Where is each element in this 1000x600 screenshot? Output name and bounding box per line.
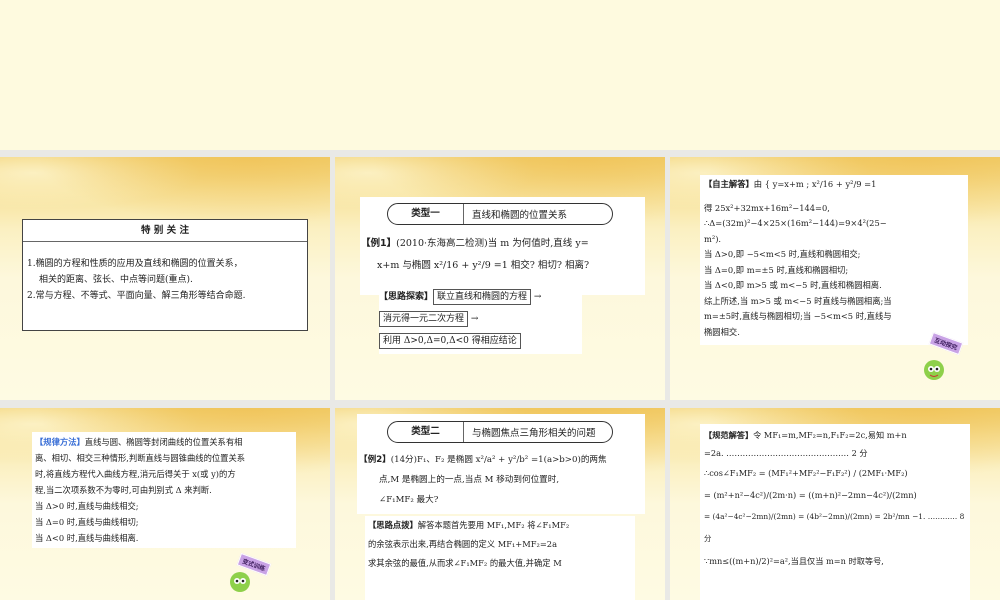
method-panel: 【规律方法】直线与圆、椭圆等封闭曲线的位置关系有相 离、相切、相交三种情形,判断…	[32, 432, 296, 548]
text-line: 综上所述,当 m>5 或 m<−5 时直线与椭圆相离;当	[704, 295, 892, 306]
arrow-icon: →	[470, 314, 479, 324]
slide-thumbnail-6[interactable]: 【规范解答】令 MF₁=m,MF₂=n,F₁F₂=2c,易知 m+n =2a. …	[670, 408, 1000, 600]
text-line: 相关的距离、弦长、中点等问题(重点).	[39, 275, 193, 285]
box-title: 特 别 关 注	[23, 220, 307, 242]
text-line: =2a. ……………………………………… 2 分	[704, 448, 868, 458]
slide-thumbnail-2[interactable]: 类型一 直线和椭圆的位置关系 【例1】(2010·东海高二检测)当 m 为何值时…	[335, 157, 665, 400]
type-label: 类型一	[388, 204, 464, 224]
type-banner: 类型一 直线和椭圆的位置关系	[387, 203, 613, 225]
text-line: 解答本题首先要用 MF₁,MF₂ 将∠F₁MF₂	[417, 520, 570, 530]
solution-label: 【规范解答】	[704, 430, 754, 440]
text-line: 由 { y=x+m ; x²/16 + y²/9 =1	[753, 179, 877, 189]
text-line: ∴cos∠F₁MF₂ = (MF₁²+MF₂²−F₁F₂²) / (2MF₁·M…	[704, 468, 908, 478]
text-line: 令 MF₁=m,MF₂=n,F₁F₂=2c,易知 m+n	[753, 430, 907, 440]
solution-panel: 【自主解答】由 { y=x+m ; x²/16 + y²/9 =1 得 25x²…	[700, 175, 968, 345]
text-line: 程,当二次项系数不为零时,可由判别式 Δ 来判断.	[35, 485, 212, 495]
type-title: 与椭圆焦点三角形相关的问题	[472, 428, 596, 439]
text-line: 当 Δ=0 时,直线与曲线相切;	[35, 517, 139, 527]
text-line: ∵mn≤((m+n)/2)²=a²,当且仅当 m=n 时取等号,	[704, 556, 884, 566]
text-line: 离、相切、相交三种情形,判断直线与圆锥曲线的位置关系	[35, 453, 246, 463]
flow-step: 消元得一元二次方程	[379, 311, 469, 327]
standard-solution-panel: 【规范解答】令 MF₁=m,MF₂=n,F₁F₂=2c,易知 m+n =2a. …	[700, 424, 970, 600]
arrow-icon: →	[533, 292, 542, 302]
mascot-icon	[924, 360, 944, 380]
text-line: 当 Δ=0,即 m=±5 时,直线和椭圆相切;	[704, 264, 849, 275]
text-line: 当 Δ<0,即 m>5 或 m<−5 时,直线和椭圆相离.	[704, 280, 882, 290]
hint-panel: 【思路点拨】解答本题首先要用 MF₁,MF₂ 将∠F₁MF₂ 的余弦表示出来,再…	[365, 516, 635, 600]
slide-thumbnail-4[interactable]: 【规律方法】直线与圆、椭圆等封闭曲线的位置关系有相 离、相切、相交三种情形,判断…	[0, 408, 330, 600]
example-text: 点,M 是椭圆上的一点,当点 M 移动到何位置时,	[379, 475, 560, 485]
type-title: 直线和椭圆的位置关系	[472, 210, 568, 221]
hint-label: 【思路点拨】	[368, 520, 418, 530]
text-line: 直线与圆、椭圆等封闭曲线的位置关系有相	[84, 437, 243, 447]
example-text: (14分)F₁、F₂ 是椭圆 x²/a² + y²/b² =1(a>b>0)的两…	[390, 455, 607, 465]
text-line: 当 Δ>0 时,直线与曲线相交;	[35, 501, 139, 511]
example-label: 【例1】	[361, 238, 397, 249]
type-label: 类型二	[388, 422, 464, 442]
previous-slide-row-partial[interactable]	[0, 0, 1000, 150]
text-line: 1.椭圆的方程和性质的应用及直线和椭圆的位置关系，	[27, 259, 243, 269]
text-line: m²).	[704, 233, 722, 244]
example-text: (2010·东海高二检测)当 m 为何值时,直线 y=	[396, 238, 589, 249]
method-label: 【规律方法】	[35, 437, 85, 447]
solution-label: 【自主解答】	[704, 179, 754, 189]
slide-thumbnail-5[interactable]: 类型二 与椭圆焦点三角形相关的问题 【例2】(14分)F₁、F₂ 是椭圆 x²/…	[335, 408, 665, 600]
flow-step: 利用 Δ>0,Δ=0,Δ<0 得相应结论	[379, 333, 521, 349]
text-line: = (4a²−4c²−2mn)/(2mn) = (4b²−2mn)/(2mn) …	[704, 512, 965, 543]
example-text: x+m 与椭圆 x²/16 + y²/9 =1 相交? 相切? 相离?	[377, 260, 590, 271]
example-text: ∠F₁MF₂ 最大?	[379, 495, 439, 505]
hint-label: 【思路探索】	[379, 292, 434, 302]
text-line: ∴Δ=(32m)²−4×25×(16m²−144)=9×4²(25−	[704, 218, 887, 228]
example-label: 【例2】	[359, 455, 391, 465]
text-line: 椭圆相交.	[704, 326, 740, 337]
slide-thumbnail-3[interactable]: 【自主解答】由 { y=x+m ; x²/16 + y²/9 =1 得 25x²…	[670, 157, 1000, 400]
text-line: 当 Δ>0,即 −5<m<5 时,直线和椭圆相交;	[704, 249, 861, 259]
text-line: 的余弦表示出来,再结合椭圆的定义 MF₁+MF₂=2a	[368, 539, 558, 549]
flow-step: 联立直线和椭圆的方程	[433, 289, 532, 305]
type-banner: 类型二 与椭圆焦点三角形相关的问题	[387, 421, 613, 443]
text-line: = (m²+n²−4c²)/(2m·n) = ((m+n)²−2mn−4c²)/…	[704, 490, 917, 500]
text-line: 时,将直线方程代入曲线方程,消元后得关于 x(或 y)的方	[35, 469, 236, 479]
text-line: m=±5时,直线与椭圆相切;当 −5<m<5 时,直线与	[704, 311, 892, 321]
text-line: 2.常与方程、不等式、平面向量、解三角形等结合命题.	[27, 291, 246, 301]
slide-thumbnail-1[interactable]: 特 别 关 注 1.椭圆的方程和性质的应用及直线和椭圆的位置关系， 相关的距离、…	[0, 157, 330, 400]
special-attention-box: 特 别 关 注 1.椭圆的方程和性质的应用及直线和椭圆的位置关系， 相关的距离、…	[22, 219, 308, 331]
text-line: 求其余弦的最值,从而求∠F₁MF₂ 的最大值,并确定 M	[368, 558, 562, 568]
hint-flow: 【思路探索】 联立直线和椭圆的方程 → 消元得一元二次方程 → 利用 Δ>0,Δ=…	[379, 284, 582, 354]
text-line: 当 Δ<0 时,直线与曲线相离.	[35, 533, 139, 543]
text-line: 得 25x²+32mx+16m²−144=0,	[704, 202, 830, 213]
